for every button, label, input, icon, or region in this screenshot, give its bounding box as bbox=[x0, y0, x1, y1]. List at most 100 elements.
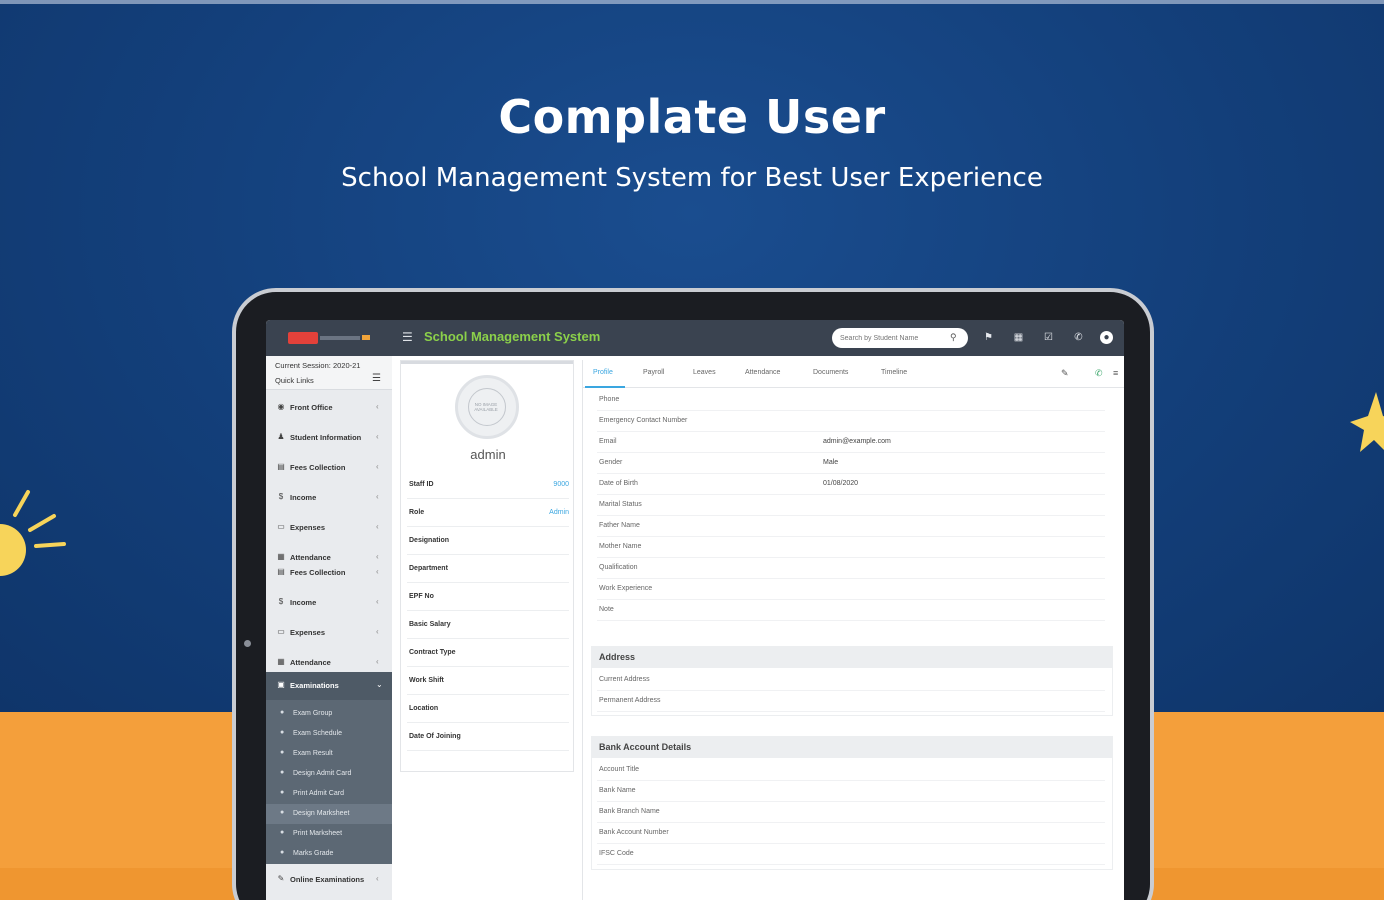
chevron-left-icon: ‹ bbox=[376, 567, 379, 576]
chevron-left-icon: ‹ bbox=[376, 874, 379, 883]
field-role: Role Admin bbox=[407, 499, 569, 527]
profile-card: NO IMAGE AVAILABLE admin Staff ID 9000 Ro… bbox=[400, 360, 574, 772]
school-logo[interactable] bbox=[288, 330, 370, 346]
profile-tabs: Profile Payroll Leaves Attendance Docume… bbox=[583, 360, 1124, 388]
profile-details-panel: Profile Payroll Leaves Attendance Docume… bbox=[582, 360, 1124, 900]
sidebar: Current Session: 2020-21 Quick Links ☰ ◉… bbox=[266, 356, 392, 900]
task-icon[interactable]: ☑ bbox=[1042, 331, 1055, 344]
submenu-item-exam-result[interactable]: ● Exam Result bbox=[266, 744, 392, 764]
submenu-item-print-admit-card[interactable]: ● Print Admit Card bbox=[266, 784, 392, 804]
expenses-icon: ▭ bbox=[277, 627, 285, 636]
submenu-item-design-marksheet[interactable]: ● Design Marksheet bbox=[266, 804, 392, 824]
tab-timeline[interactable]: Timeline bbox=[881, 369, 907, 376]
current-session[interactable]: Current Session: 2020-21 bbox=[275, 361, 360, 370]
online-exam-icon: ✎ bbox=[277, 874, 285, 883]
quick-links-icon[interactable]: ☰ bbox=[372, 373, 381, 384]
submenu-item-marks-grade[interactable]: ● Marks Grade bbox=[266, 844, 392, 864]
chevron-down-icon: ⌄ bbox=[376, 680, 383, 689]
chevron-left-icon: ‹ bbox=[376, 462, 379, 471]
student-icon: ♟ bbox=[277, 432, 285, 441]
user-avatar-icon[interactable]: ● bbox=[1100, 331, 1113, 344]
sidebar-item-income[interactable]: $ Income ‹ bbox=[266, 484, 392, 512]
sidebar-item-fees-collection[interactable]: ▤ Fees Collection ‹ bbox=[266, 454, 392, 482]
chevron-left-icon: ‹ bbox=[376, 402, 379, 411]
sidebar-item-examinations[interactable]: ▣ Examinations ⌄ bbox=[266, 672, 392, 700]
session-panel: Current Session: 2020-21 Quick Links ☰ bbox=[266, 356, 392, 390]
chevron-left-icon: ‹ bbox=[376, 492, 379, 501]
tab-payroll[interactable]: Payroll bbox=[643, 369, 664, 376]
sidebar-item-income-2[interactable]: $ Income ‹ bbox=[266, 589, 392, 617]
bank-section-heading: Bank Account Details bbox=[591, 736, 1113, 758]
bank-account-number: Bank Account Number bbox=[597, 823, 1105, 844]
detail-work-experience: Work Experience bbox=[597, 579, 1105, 600]
sidebar-item-expenses-2[interactable]: ▭ Expenses ‹ bbox=[266, 619, 392, 647]
fees-icon: ▤ bbox=[277, 567, 285, 576]
detail-note: Note bbox=[597, 600, 1105, 621]
edit-icon[interactable]: ✎ bbox=[1061, 368, 1069, 379]
star-decoration-icon bbox=[1350, 392, 1384, 452]
sidebar-item-fees-collection-2[interactable]: ▤ Fees Collection ‹ bbox=[266, 559, 392, 587]
hamburger-icon[interactable]: ☰ bbox=[402, 330, 413, 344]
flag-icon[interactable]: ⚑ bbox=[982, 331, 995, 344]
tab-leaves[interactable]: Leaves bbox=[693, 369, 716, 376]
field-basic-salary: Basic Salary bbox=[407, 611, 569, 639]
sidebar-item-student-information[interactable]: ♟ Student Information ‹ bbox=[266, 424, 392, 452]
field-location: Location bbox=[407, 695, 569, 723]
expenses-icon: ▭ bbox=[277, 522, 285, 531]
attendance-icon: ▦ bbox=[277, 657, 285, 666]
field-department: Department bbox=[407, 555, 569, 583]
whatsapp-icon[interactable]: ✆ bbox=[1072, 331, 1085, 344]
detail-email: Email admin@example.com bbox=[597, 432, 1105, 453]
fees-icon: ▤ bbox=[277, 462, 285, 471]
phone-icon[interactable]: ✆ bbox=[1095, 368, 1103, 379]
income-icon: $ bbox=[278, 597, 284, 606]
calendar-icon[interactable]: ▦ bbox=[1012, 331, 1025, 344]
submenu-item-exam-schedule[interactable]: ● Exam Schedule bbox=[266, 724, 392, 744]
address-section-heading: Address bbox=[591, 646, 1113, 668]
chevron-left-icon: ‹ bbox=[376, 627, 379, 636]
avatar: NO IMAGE AVAILABLE bbox=[455, 375, 519, 439]
more-icon[interactable]: ≡ bbox=[1113, 368, 1118, 378]
search-input[interactable] bbox=[832, 328, 968, 348]
detail-mother-name: Mother Name bbox=[597, 537, 1105, 558]
field-contract-type: Contract Type bbox=[407, 639, 569, 667]
tab-attendance[interactable]: Attendance bbox=[745, 369, 780, 376]
field-staff-id: Staff ID 9000 bbox=[407, 471, 569, 499]
submenu-item-exam-group[interactable]: ● Exam Group bbox=[266, 704, 392, 724]
detail-gender: Gender Male bbox=[597, 453, 1105, 474]
sun-decoration-icon bbox=[0, 490, 66, 576]
address-current: Current Address bbox=[597, 670, 1105, 691]
submenu-item-design-admit-card[interactable]: ● Design Admit Card bbox=[266, 764, 392, 784]
hero-title: Complate User bbox=[498, 90, 886, 144]
sidebar-item-online-examinations[interactable]: ✎ Online Examinations ‹ bbox=[266, 866, 392, 894]
field-epf-no: EPF No bbox=[407, 583, 569, 611]
front-office-icon: ◉ bbox=[277, 402, 285, 411]
bank-branch-name: Bank Branch Name bbox=[597, 802, 1105, 823]
tab-profile[interactable]: Profile bbox=[593, 369, 613, 376]
address-permanent: Permanent Address bbox=[597, 691, 1105, 712]
active-tab-indicator bbox=[585, 386, 625, 388]
hero-subtitle: School Management System for Best User E… bbox=[341, 163, 1043, 193]
exam-icon: ▣ bbox=[277, 680, 285, 689]
tab-documents[interactable]: Documents bbox=[813, 369, 848, 376]
app-title: School Management System bbox=[424, 329, 601, 344]
field-work-shift: Work Shift bbox=[407, 667, 569, 695]
app-screen: ☰ School Management System ⚲ ⚑ ▦ ☑ ✆ ● C… bbox=[266, 320, 1124, 900]
submenu-item-print-marksheet[interactable]: ● Print Marksheet bbox=[266, 824, 392, 844]
chevron-left-icon: ‹ bbox=[376, 432, 379, 441]
chevron-left-icon: ‹ bbox=[376, 597, 379, 606]
search-icon[interactable]: ⚲ bbox=[950, 332, 957, 343]
income-icon: $ bbox=[278, 492, 284, 501]
sidebar-item-front-office[interactable]: ◉ Front Office ‹ bbox=[266, 394, 392, 422]
field-date-of-joining: Date Of Joining bbox=[407, 723, 569, 751]
profile-name: admin bbox=[470, 447, 506, 462]
detail-date-of-birth: Date of Birth 01/08/2020 bbox=[597, 474, 1105, 495]
field-designation: Designation bbox=[407, 527, 569, 555]
detail-qualification: Qualification bbox=[597, 558, 1105, 579]
chevron-left-icon: ‹ bbox=[376, 657, 379, 666]
sidebar-item-expenses[interactable]: ▭ Expenses ‹ bbox=[266, 514, 392, 542]
detail-marital-status: Marital Status bbox=[597, 495, 1105, 516]
examinations-submenu: ● Exam Group ● Exam Schedule ● Exam Result … bbox=[266, 700, 392, 864]
quick-links[interactable]: Quick Links bbox=[275, 376, 314, 385]
bank-name: Bank Name bbox=[597, 781, 1105, 802]
